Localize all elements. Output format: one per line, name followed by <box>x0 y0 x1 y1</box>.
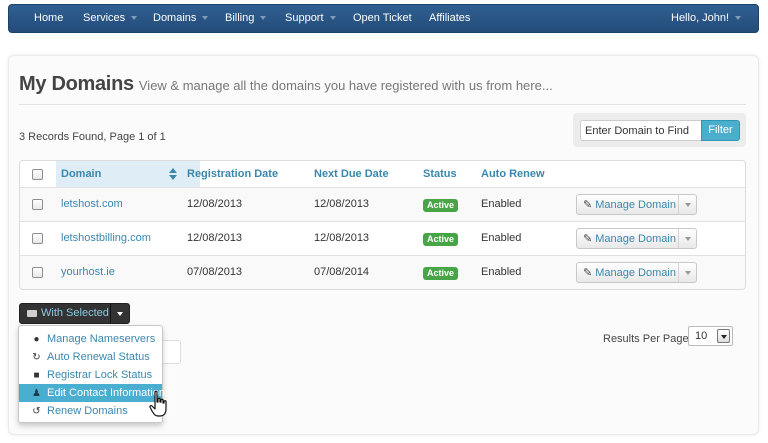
wrench-icon: ✎ <box>583 267 593 279</box>
chevron-down-icon[interactable] <box>117 312 123 316</box>
manage-domain-label: Manage Domain <box>595 233 676 245</box>
nav-support-label: Support <box>285 12 324 24</box>
user-greeting: Hello, John! <box>671 12 730 24</box>
next-due-date: 12/08/2013 <box>314 232 370 244</box>
menu-item-manage-nameservers[interactable]: ● Manage Nameservers <box>19 330 162 348</box>
header-next-due-date[interactable]: Next Due Date <box>314 168 389 180</box>
nav-domains-label: Domains <box>153 12 197 24</box>
menu-item-label: Manage Nameservers <box>47 333 156 345</box>
status-badge: Active <box>423 267 459 280</box>
nav-home[interactable]: Home <box>34 5 63 32</box>
filter-button[interactable]: Filter <box>701 120 740 141</box>
select-all-checkbox[interactable] <box>32 169 43 180</box>
records-found: 3 Records Found, Page 1 of 1 <box>19 131 166 143</box>
page-title: My Domains View & manage all the domains… <box>19 73 553 96</box>
status-badge: Active <box>423 199 459 212</box>
lock-icon: ■ <box>33 370 40 381</box>
folder-icon <box>27 310 37 317</box>
table-row: letshostbilling.com 12/08/2013 12/08/201… <box>20 221 745 255</box>
nav-services-label: Services <box>83 12 126 24</box>
domains-table: Domain Registration Date Next Due Date S… <box>19 160 746 290</box>
hand-cursor-icon <box>149 390 167 417</box>
user-icon: ♟ <box>32 388 41 399</box>
header-registration-date[interactable]: Registration Date <box>187 168 278 180</box>
header-status[interactable]: Status <box>423 168 457 180</box>
nav-domains[interactable]: Domains <box>153 5 209 32</box>
status-badge: Active <box>423 233 459 246</box>
chevron-down-icon[interactable] <box>717 329 730 343</box>
title-divider <box>19 104 746 105</box>
renew-icon: ↺ <box>32 406 41 417</box>
sort-icon[interactable] <box>169 168 177 180</box>
auto-renew-value: Enabled <box>481 232 522 244</box>
table-row: letshost.com 12/08/2013 12/08/2013 Activ… <box>20 187 745 221</box>
manage-domain-label: Manage Domain <box>595 199 676 211</box>
header-domain[interactable]: Domain <box>61 168 101 180</box>
wrench-icon: ✎ <box>583 233 593 245</box>
wrench-icon: ✎ <box>583 199 593 211</box>
nav-open-ticket[interactable]: Open Ticket <box>353 5 412 32</box>
results-per-page-label: Results Per Page: <box>603 333 692 345</box>
nav-support[interactable]: Support <box>285 5 336 32</box>
nav-billing[interactable]: Billing <box>225 5 267 32</box>
next-due-date: 07/08/2014 <box>314 266 370 278</box>
chevron-down-icon[interactable] <box>685 271 691 275</box>
nav-services[interactable]: Services <box>83 5 138 32</box>
manage-domain-label: Manage Domain <box>595 267 676 279</box>
with-selected-label: With Selected <box>41 307 109 319</box>
registration-date: 12/08/2013 <box>187 198 243 210</box>
registration-date: 12/08/2013 <box>187 232 243 244</box>
chevron-down-icon[interactable] <box>685 237 691 241</box>
auto-renew-value: Enabled <box>481 198 522 210</box>
menu-item-label: Edit Contact Information <box>47 387 166 399</box>
nav-billing-label: Billing <box>225 12 255 24</box>
row-checkbox[interactable] <box>32 233 43 244</box>
page-subtitle: View & manage all the domains you have r… <box>138 78 553 93</box>
row-checkbox[interactable] <box>32 199 43 210</box>
registration-date: 07/08/2013 <box>187 266 243 278</box>
menu-item-edit-contact-information[interactable]: ♟ Edit Contact Information <box>19 384 166 402</box>
refresh-icon: ↻ <box>32 352 41 363</box>
domain-link[interactable]: letshostbilling.com <box>61 232 151 244</box>
top-navbar: Home Services Domains Billing Support Op… <box>8 4 759 33</box>
menu-item-renew-domains[interactable]: ↺ Renew Domains <box>19 402 162 420</box>
with-selected-button[interactable]: With Selected <box>19 303 130 324</box>
manage-domain-button[interactable]: ✎ Manage Domain <box>576 228 697 249</box>
menu-item-label: Registrar Lock Status <box>47 369 153 381</box>
table-row: yourhost.ie 07/08/2013 07/08/2014 Active… <box>20 255 745 289</box>
row-checkbox[interactable] <box>32 267 43 278</box>
domain-link[interactable]: letshost.com <box>61 198 123 210</box>
nav-affiliates[interactable]: Affiliates <box>429 5 470 32</box>
chevron-down-icon <box>735 16 742 21</box>
page-title-text: My Domains <box>19 73 134 95</box>
domain-search-input[interactable] <box>580 120 702 141</box>
domain-link[interactable]: yourhost.ie <box>61 266 115 278</box>
globe-icon: ● <box>33 334 40 345</box>
results-per-page-select[interactable]: 10 <box>688 326 733 346</box>
with-selected-menu: ● Manage Nameservers ↻ Auto Renewal Status… <box>18 325 166 423</box>
chevron-down-icon <box>329 16 336 21</box>
chevron-down-icon <box>131 16 138 21</box>
header-auto-renew[interactable]: Auto Renew <box>481 168 545 180</box>
table-header: Domain Registration Date Next Due Date S… <box>20 161 745 188</box>
menu-item-label: Auto Renewal Status <box>47 351 150 363</box>
chevron-down-icon <box>260 16 267 21</box>
nav-user-menu[interactable]: Hello, John! <box>671 5 742 32</box>
menu-item-registrar-lock-status[interactable]: ■ Registrar Lock Status <box>19 366 162 384</box>
menu-item-label: Renew Domains <box>47 405 128 417</box>
results-per-page-value: 10 <box>695 330 708 342</box>
menu-item-auto-renewal-status[interactable]: ↻ Auto Renewal Status <box>19 348 162 366</box>
chevron-down-icon[interactable] <box>685 203 691 207</box>
manage-domain-button[interactable]: ✎ Manage Domain <box>576 194 697 215</box>
next-due-date: 12/08/2013 <box>314 198 370 210</box>
chevron-down-icon <box>202 16 209 21</box>
manage-domain-button[interactable]: ✎ Manage Domain <box>576 262 697 283</box>
auto-renew-value: Enabled <box>481 266 522 278</box>
